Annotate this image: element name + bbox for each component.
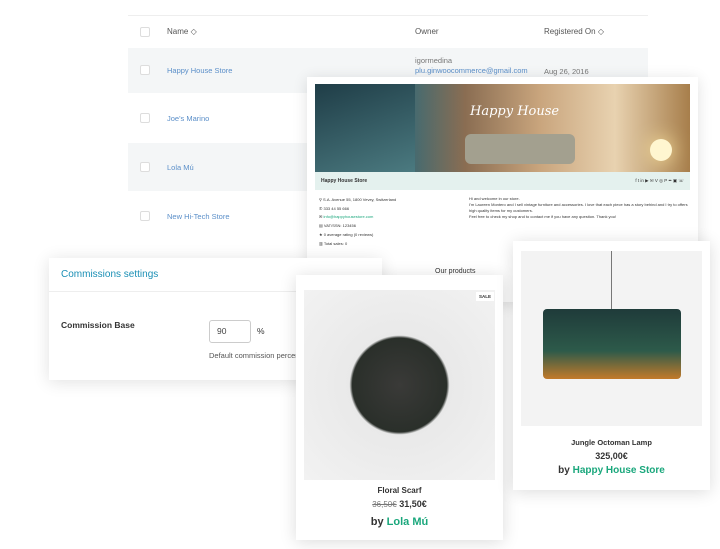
percent-unit: % [257, 326, 265, 336]
product-name[interactable]: Floral Scarf [296, 486, 503, 495]
product-name[interactable]: Jungle Octoman Lamp [513, 438, 710, 447]
store-link[interactable]: Lola Mú [167, 163, 194, 172]
panel-title: Commissions settings [61, 269, 159, 280]
commission-base-input[interactable]: 90 [209, 320, 251, 343]
price: 325,00€ [595, 451, 628, 461]
commission-base-label: Commission Base [61, 320, 135, 330]
column-owner: Owner [415, 27, 439, 36]
product-card-lamp[interactable]: Jungle Octoman Lamp 325,00€ by Happy Hou… [513, 241, 710, 490]
old-price: 36,50€ [372, 500, 397, 509]
vendor-link[interactable]: Happy House Store [573, 465, 665, 476]
social-icons[interactable]: f t in ▶ ✉ V ◎ P •• ▣ ☏ [635, 172, 684, 190]
store-logo: Happy House [470, 104, 560, 119]
row-checkbox[interactable] [140, 65, 150, 75]
row-checkbox[interactable] [140, 113, 150, 123]
store-banner: Happy House [315, 84, 690, 172]
store-link[interactable]: Happy House Store [167, 66, 232, 75]
store-about: Hi and welcome in our store. I'm Laureen… [469, 196, 688, 219]
column-name[interactable]: Name ◇ [167, 16, 197, 48]
column-registered[interactable]: Registered On ◇ [544, 16, 604, 48]
store-link[interactable]: Joe's Marino [167, 114, 209, 123]
vendor-link[interactable]: Lola Mú [387, 516, 429, 528]
row-checkbox[interactable] [140, 162, 150, 172]
product-card-floral-scarf[interactable]: SALE Floral Scarf 36,50€ 31,50€ by Lola … [296, 275, 503, 540]
store-name: Happy House Store [321, 178, 368, 184]
store-details: ⚲ S.A. Avenue 55, 1800 Vevey, Switzerlan… [319, 197, 397, 246]
our-products-heading: Our products [435, 268, 476, 275]
sale-badge: SALE [476, 292, 495, 301]
price: 31,50€ [399, 499, 427, 509]
owner-email[interactable]: plu.ginwoocommerce@gmail.com [415, 66, 528, 75]
product-image[interactable] [521, 251, 702, 426]
store-info-bar: Happy House Store f t in ▶ ✉ V ◎ P •• ▣ … [315, 172, 690, 190]
product-image[interactable] [304, 290, 495, 480]
select-all-checkbox[interactable] [140, 27, 150, 37]
store-email[interactable]: info@happyhousestore.com [323, 214, 373, 219]
row-checkbox[interactable] [140, 211, 150, 221]
owner-name: igormedina [415, 56, 453, 65]
store-link[interactable]: New Hi-Tech Store [167, 212, 230, 221]
registered-date: Aug 26, 2016 [544, 67, 589, 76]
